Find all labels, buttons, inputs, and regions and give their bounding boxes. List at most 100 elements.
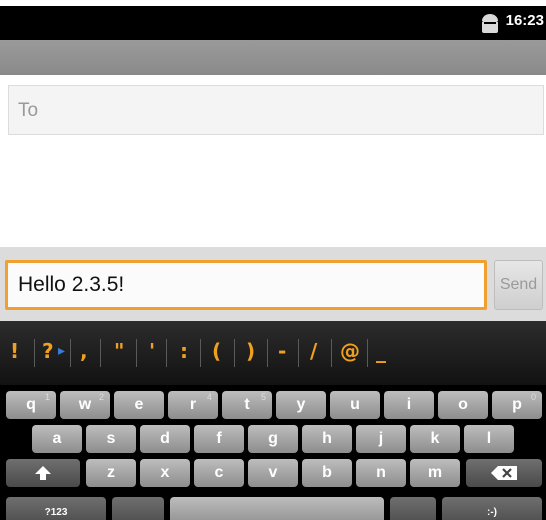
key-label: q [26, 396, 36, 413]
divider [267, 339, 268, 367]
key-label: i [406, 396, 412, 413]
key-hint: 0 [530, 392, 536, 402]
suggestion-item[interactable]: _ [376, 339, 386, 367]
key-m[interactable]: m [410, 459, 460, 487]
suggestion-item[interactable]: ' [149, 339, 155, 367]
suggestion-item[interactable]: ? [42, 339, 54, 367]
android-icon [482, 14, 498, 33]
suggestion-item[interactable]: @ [340, 339, 360, 367]
key-label: :-) [487, 506, 497, 518]
key-label: o [458, 396, 468, 413]
key-label: f [216, 430, 222, 447]
to-field[interactable]: To [8, 85, 544, 135]
key-label: k [430, 430, 440, 447]
key-y[interactable]: y [276, 391, 326, 419]
key-j[interactable]: j [356, 425, 406, 453]
divider [100, 339, 101, 367]
smiley-key[interactable]: :-) [442, 497, 542, 520]
key-label: x [160, 464, 170, 481]
status-time: 16:23 [505, 12, 544, 29]
key-z[interactable]: z [86, 459, 136, 487]
divider [234, 339, 235, 367]
key-o[interactable]: o [438, 391, 488, 419]
symbols-key[interactable]: ?123 [6, 497, 106, 520]
key-label: r [189, 396, 197, 413]
key-label: g [268, 430, 278, 447]
key-i[interactable]: i [384, 391, 434, 419]
key-label: h [322, 430, 332, 447]
compose-bar: Hello 2.3.5! Send [0, 247, 546, 321]
key-hint: 5 [260, 392, 266, 402]
title-bar [0, 40, 546, 75]
key-l[interactable]: l [464, 425, 514, 453]
key-u[interactable]: u [330, 391, 380, 419]
key-label: c [214, 464, 224, 481]
key-e[interactable]: e [114, 391, 164, 419]
period-key[interactable] [390, 497, 436, 520]
space-key[interactable] [170, 497, 384, 520]
suggestion-strip: ! ? ▸ , " ' : ( ) - / @ _ [0, 321, 546, 385]
key-label: j [378, 430, 384, 447]
shift-key[interactable] [6, 459, 80, 487]
text-cursor-icon: ▸ [58, 343, 66, 359]
key-label: z [107, 464, 115, 481]
key-label: e [134, 396, 144, 413]
key-label: b [322, 464, 332, 481]
key-label: t [244, 396, 250, 413]
key-s[interactable]: s [86, 425, 136, 453]
status-bar: 16:23 [0, 6, 546, 40]
divider [34, 339, 35, 367]
suggestion-item[interactable]: - [278, 339, 286, 367]
divider [298, 339, 299, 367]
key-label: d [160, 430, 170, 447]
key-h[interactable]: h [302, 425, 352, 453]
key-label: ?123 [44, 506, 68, 518]
divider [166, 339, 167, 367]
key-w[interactable]: w2 [60, 391, 110, 419]
delete-key[interactable] [466, 459, 542, 487]
key-x[interactable]: x [140, 459, 190, 487]
suggestion-item[interactable]: , [80, 339, 88, 367]
message-text: Hello 2.3.5! [18, 273, 125, 296]
key-t[interactable]: t5 [222, 391, 272, 419]
divider [331, 339, 332, 367]
divider [200, 339, 201, 367]
key-r[interactable]: r4 [168, 391, 218, 419]
key-label: y [296, 396, 306, 413]
key-v[interactable]: v [248, 459, 298, 487]
to-placeholder: To [18, 100, 39, 121]
shift-arrow-icon [35, 466, 51, 480]
backspace-icon [491, 466, 517, 480]
key-b[interactable]: b [302, 459, 352, 487]
key-label: w [78, 396, 92, 413]
suggestion-item[interactable]: : [180, 339, 188, 367]
key-g[interactable]: g [248, 425, 298, 453]
suggestion-item[interactable]: ! [10, 339, 19, 367]
key-label: p [512, 396, 522, 413]
key-n[interactable]: n [356, 459, 406, 487]
send-button[interactable]: Send [494, 260, 543, 310]
suggestion-item[interactable]: " [114, 339, 124, 367]
voice-key[interactable] [112, 497, 164, 520]
message-input[interactable]: Hello 2.3.5! [5, 260, 487, 310]
key-p[interactable]: p0 [492, 391, 542, 419]
divider [136, 339, 137, 367]
key-label: n [376, 464, 386, 481]
suggestion-item[interactable]: ) [246, 339, 255, 367]
key-q[interactable]: q1 [6, 391, 56, 419]
suggestion-item[interactable]: ( [212, 339, 221, 367]
divider [367, 339, 368, 367]
soft-keyboard: ! ? ▸ , " ' : ( ) - / @ _ q1 w2 e r4 t5 … [0, 321, 546, 520]
key-label: a [52, 430, 62, 447]
key-label: m [427, 464, 443, 481]
key-label: s [106, 430, 116, 447]
key-k[interactable]: k [410, 425, 460, 453]
key-hint: 2 [98, 392, 104, 402]
key-f[interactable]: f [194, 425, 244, 453]
suggestion-item[interactable]: / [310, 339, 317, 367]
key-d[interactable]: d [140, 425, 190, 453]
key-label: v [268, 464, 278, 481]
key-a[interactable]: a [32, 425, 82, 453]
key-c[interactable]: c [194, 459, 244, 487]
key-label: u [350, 396, 360, 413]
